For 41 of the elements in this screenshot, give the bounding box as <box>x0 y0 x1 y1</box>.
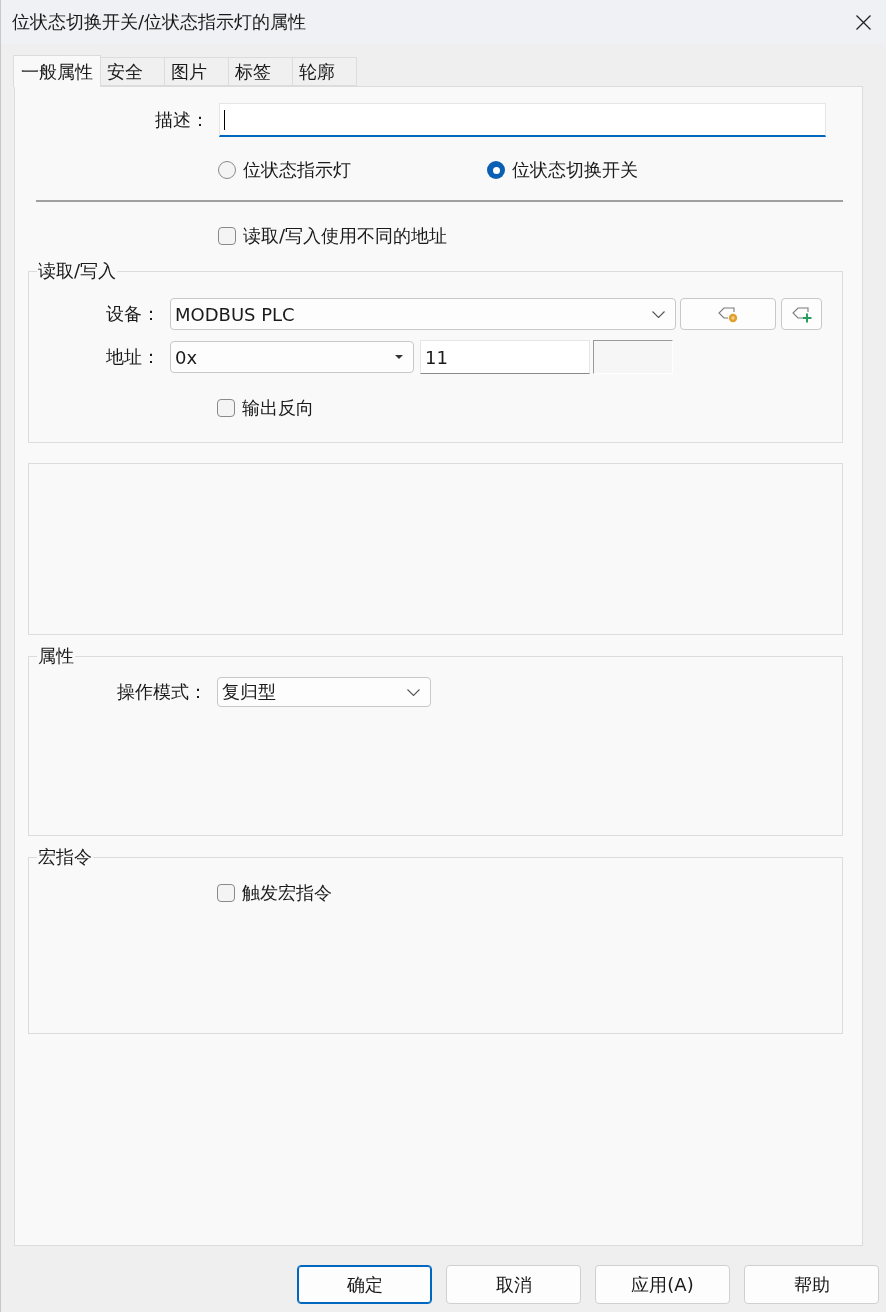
tag-dot-icon <box>718 305 738 323</box>
text-cursor-icon <box>224 109 225 130</box>
field-label: 设备： <box>105 302 160 326</box>
dialog-button[interactable]: 应用(A) <box>595 1265 730 1304</box>
checkbox-label: 触发宏指令 <box>242 881 332 905</box>
tab[interactable]: 轮廓 <box>293 57 357 86</box>
dialog-button[interactable]: 确定 <box>297 1265 432 1304</box>
checkbox-label: 输出反向 <box>242 396 314 420</box>
chevron-down-icon <box>652 310 665 318</box>
field-label: 地址： <box>105 345 160 369</box>
group-legend: 宏指令 <box>37 846 93 868</box>
address-field[interactable]: 11 <box>420 340 590 374</box>
checkbox[interactable] <box>217 884 235 902</box>
radio-label: 位状态切换开关 <box>512 158 638 182</box>
radio-label: 位状态指示灯 <box>243 158 351 182</box>
tab[interactable]: 图片 <box>165 57 229 86</box>
description-field[interactable] <box>219 103 826 137</box>
group-legend: 读取/写入 <box>37 260 118 282</box>
radio-button[interactable] <box>487 161 505 179</box>
field-label: 描述： <box>154 108 209 132</box>
tag-plus-icon <box>791 305 812 323</box>
tab[interactable]: 一般属性 <box>13 55 101 87</box>
tag-settings-button[interactable] <box>680 298 776 330</box>
add-tag-button[interactable] <box>781 298 822 330</box>
device-dropdown[interactable]: MODBUS PLC <box>170 298 676 330</box>
checkbox[interactable] <box>218 227 236 245</box>
radio-button[interactable] <box>218 161 236 179</box>
address-type-dropdown[interactable]: 0x <box>170 341 414 373</box>
chevron-down-icon <box>407 688 420 696</box>
close-icon <box>855 14 871 30</box>
dialog-button[interactable]: 取消 <box>446 1265 581 1304</box>
checkbox-label: 读取/写入使用不同的地址 <box>243 224 448 248</box>
tab[interactable]: 安全 <box>101 57 165 86</box>
operation-mode-dropdown[interactable]: 复归型 <box>217 677 431 707</box>
field-label: 操作模式： <box>116 680 207 704</box>
dialog-button[interactable]: 帮助 <box>744 1265 879 1304</box>
window-title: 位状态切换开关/位状态指示灯的属性 <box>11 10 307 34</box>
group-legend: 属性 <box>37 645 75 667</box>
checkbox[interactable] <box>217 399 235 417</box>
tab[interactable]: 标签 <box>229 57 293 86</box>
caret-down-icon <box>395 355 403 359</box>
